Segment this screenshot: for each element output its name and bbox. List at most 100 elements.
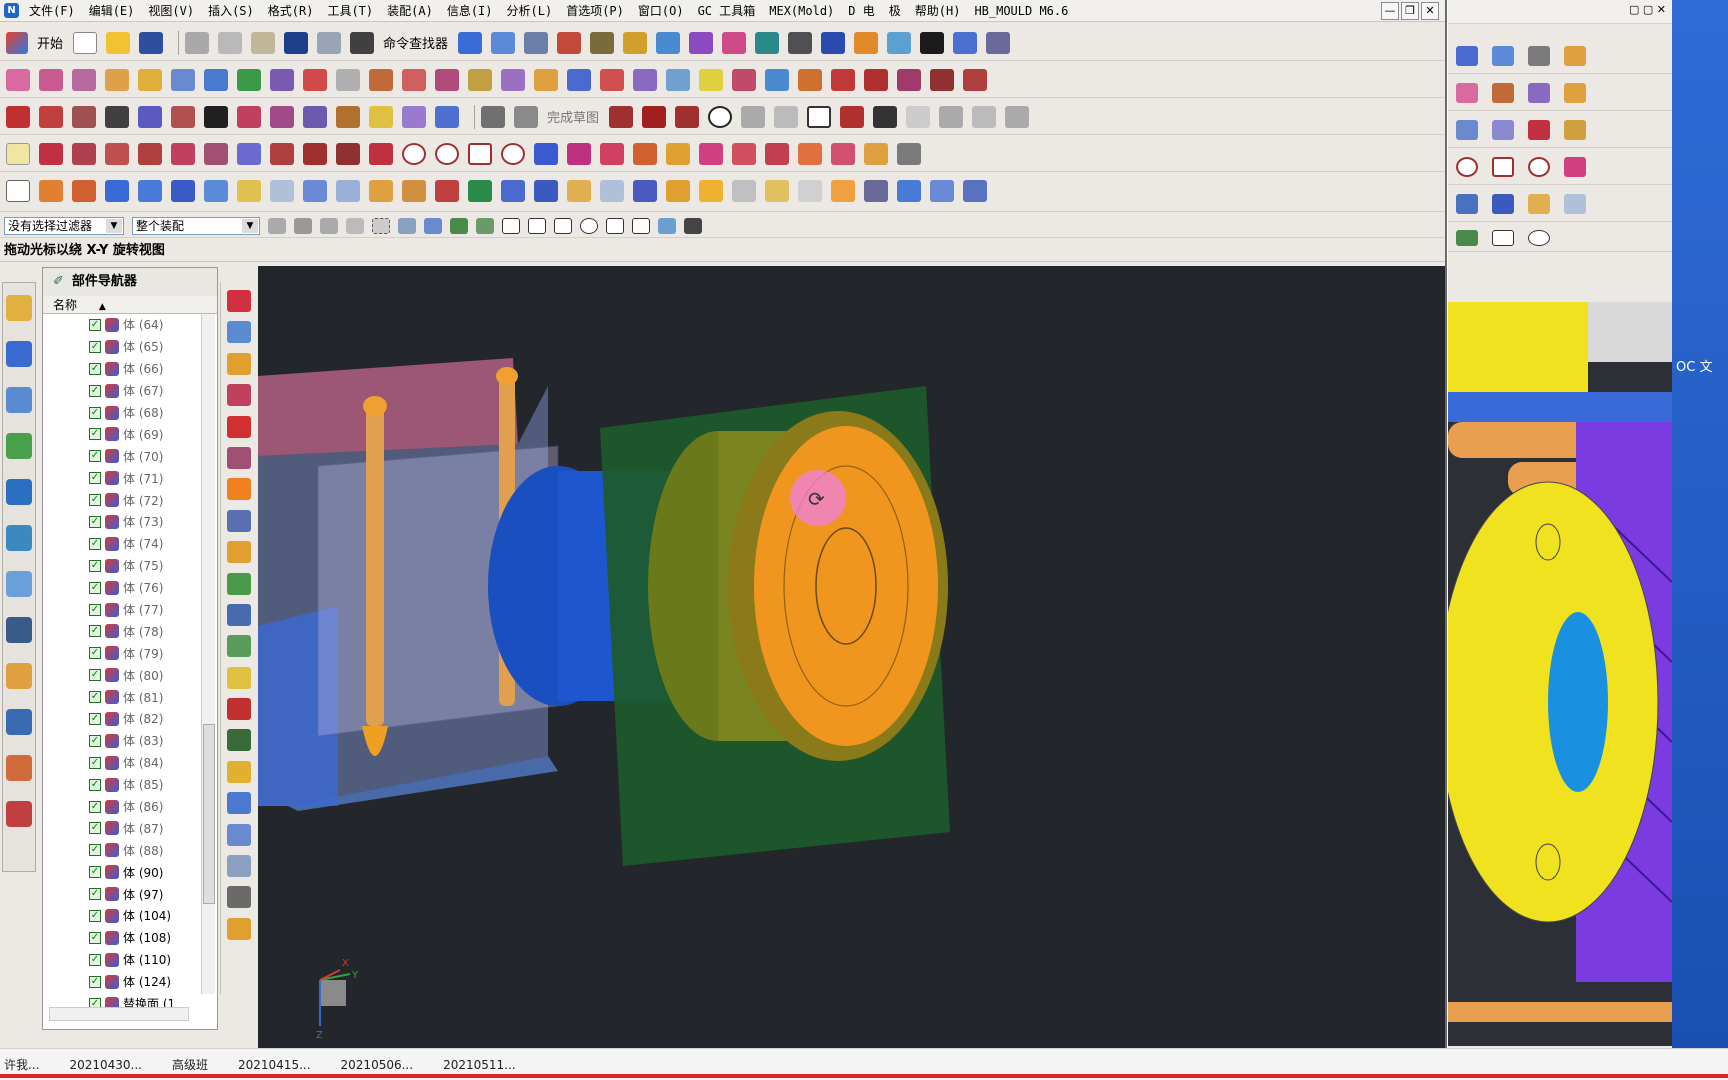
- point-on-curve-icon[interactable]: [632, 217, 650, 234]
- pin-icon[interactable]: [435, 179, 459, 202]
- circle-center-icon[interactable]: [402, 142, 426, 165]
- menu-file[interactable]: 文件(F): [29, 2, 75, 19]
- extend-curve-icon[interactable]: [930, 68, 954, 91]
- sketch-point-icon[interactable]: [873, 105, 898, 128]
- menu-mex-mold[interactable]: MEX(Mold): [769, 4, 834, 18]
- point-set-icon[interactable]: [534, 142, 558, 165]
- navigator-row[interactable]: ✓ 体 (81): [43, 686, 217, 708]
- finish-sketch-button[interactable]: 完成草图: [547, 107, 599, 126]
- visibility-checkbox[interactable]: ✓: [89, 406, 101, 419]
- split-curve-icon[interactable]: [864, 68, 888, 91]
- navigator-row[interactable]: ✓ 体 (69): [43, 423, 217, 445]
- snap-point-icon[interactable]: [1456, 230, 1478, 246]
- runner-icon[interactable]: [666, 179, 690, 202]
- sketch-curve-icon[interactable]: [171, 142, 195, 165]
- feature-suppress-icon[interactable]: [226, 446, 251, 469]
- taskbar-item[interactable]: 高级班: [172, 1056, 208, 1073]
- spline-icon[interactable]: [1456, 120, 1478, 140]
- visibility-checkbox[interactable]: ✓: [89, 581, 101, 594]
- background-icon[interactable]: [920, 31, 945, 54]
- navigator-horizontal-scrollbar[interactable]: [49, 1007, 189, 1021]
- sketch-rectangle-icon[interactable]: [807, 105, 832, 128]
- feature-clearance-icon[interactable]: [226, 698, 251, 721]
- sketch-in-task-icon[interactable]: [6, 142, 30, 165]
- quick-extend-icon[interactable]: [972, 105, 997, 128]
- orient-icon[interactable]: [854, 31, 879, 54]
- minimize-button[interactable]: —: [1381, 2, 1399, 20]
- wrap-icon[interactable]: [1492, 120, 1514, 140]
- mold-base-icon[interactable]: [501, 179, 525, 202]
- cooling-icon[interactable]: [732, 179, 756, 202]
- sketch-fillet-icon[interactable]: [741, 105, 766, 128]
- midpoint-icon[interactable]: [502, 217, 520, 234]
- visibility-checkbox[interactable]: ✓: [89, 844, 101, 857]
- menu-preferences[interactable]: 首选项(P): [566, 2, 624, 19]
- polygon-icon[interactable]: [237, 105, 261, 128]
- face-edit-icon[interactable]: [6, 68, 30, 91]
- face-edit-icon[interactable]: [1456, 83, 1478, 103]
- system-materials-icon[interactable]: [6, 617, 32, 643]
- feature-wave-icon[interactable]: [226, 792, 251, 815]
- navigator-row[interactable]: ✓ 体 (110): [43, 949, 217, 971]
- new-file-icon[interactable]: [73, 31, 98, 54]
- feature-csys-icon[interactable]: [226, 886, 251, 909]
- visibility-checkbox[interactable]: ✓: [89, 909, 101, 922]
- extrude-icon[interactable]: [1564, 157, 1586, 177]
- rectangle-icon[interactable]: [105, 105, 129, 128]
- menu-help[interactable]: 帮助(H): [915, 2, 961, 19]
- visibility-checkbox[interactable]: ✓: [89, 318, 101, 331]
- chamfer-icon[interactable]: [468, 68, 492, 91]
- drawing-icon[interactable]: [864, 179, 888, 202]
- pattern-icon[interactable]: [732, 68, 756, 91]
- navigator-row[interactable]: ✓ 体 (79): [43, 642, 217, 664]
- menu-window[interactable]: 窗口(O): [638, 2, 684, 19]
- feature-playback-icon[interactable]: [226, 541, 251, 564]
- shaded-mode-icon[interactable]: [788, 31, 813, 54]
- assembly-navigator-icon[interactable]: [6, 295, 32, 321]
- visibility-checkbox[interactable]: ✓: [89, 712, 101, 725]
- spring-icon[interactable]: [402, 179, 426, 202]
- background-graphics-window[interactable]: [1448, 302, 1672, 1046]
- feature-ladder-icon[interactable]: [226, 917, 251, 940]
- measure-icon[interactable]: [623, 31, 648, 54]
- thicken-icon[interactable]: [534, 68, 558, 91]
- project-curve-icon[interactable]: [369, 105, 393, 128]
- feature-copy-icon[interactable]: [226, 855, 251, 878]
- command-finder-icon[interactable]: [350, 31, 375, 54]
- face-rule-icon[interactable]: [346, 217, 364, 234]
- open-folder-icon[interactable]: [106, 31, 131, 54]
- menu-assembly[interactable]: 装配(A): [387, 2, 433, 19]
- replace-face-icon[interactable]: [72, 68, 96, 91]
- sweep-icon[interactable]: [204, 179, 228, 202]
- pin-icon[interactable]: ✐: [53, 274, 64, 289]
- boolean-icon[interactable]: [567, 68, 591, 91]
- pull-face-icon[interactable]: [369, 68, 393, 91]
- lifter-icon[interactable]: [600, 179, 624, 202]
- menu-info[interactable]: 信息(I): [447, 2, 493, 19]
- pick-face-icon[interactable]: [424, 217, 442, 234]
- trim-corner-icon[interactable]: [336, 142, 360, 165]
- electrode-icon[interactable]: [765, 179, 789, 202]
- cube-view-icon[interactable]: [821, 31, 846, 54]
- selection-icon[interactable]: [491, 31, 516, 54]
- ejector-pin-icon[interactable]: [534, 179, 558, 202]
- undo-icon[interactable]: [284, 31, 309, 54]
- feature-analysis-icon[interactable]: [226, 760, 251, 783]
- revolve-icon[interactable]: [600, 142, 624, 165]
- measure-distance-icon[interactable]: [897, 142, 921, 165]
- navigator-row[interactable]: ✓ 体 (97): [43, 883, 217, 905]
- visibility-checkbox[interactable]: ✓: [89, 669, 101, 682]
- new-sketch-icon[interactable]: [6, 179, 30, 202]
- slot-icon[interactable]: [765, 142, 789, 165]
- visibility-checkbox[interactable]: ✓: [89, 362, 101, 375]
- visibility-checkbox[interactable]: ✓: [89, 647, 101, 660]
- menu-insert[interactable]: 插入(S): [208, 2, 254, 19]
- lifter-icon[interactable]: [1564, 194, 1586, 214]
- start-icon[interactable]: [6, 31, 28, 54]
- navigator-row[interactable]: ✓ 体 (65): [43, 336, 217, 358]
- visibility-checkbox[interactable]: ✓: [89, 931, 101, 944]
- sketch-icon[interactable]: [1564, 120, 1586, 140]
- navigator-row[interactable]: ✓ 体 (74): [43, 533, 217, 555]
- feature-link-icon[interactable]: [226, 823, 251, 846]
- mesh-surface-icon[interactable]: [303, 179, 327, 202]
